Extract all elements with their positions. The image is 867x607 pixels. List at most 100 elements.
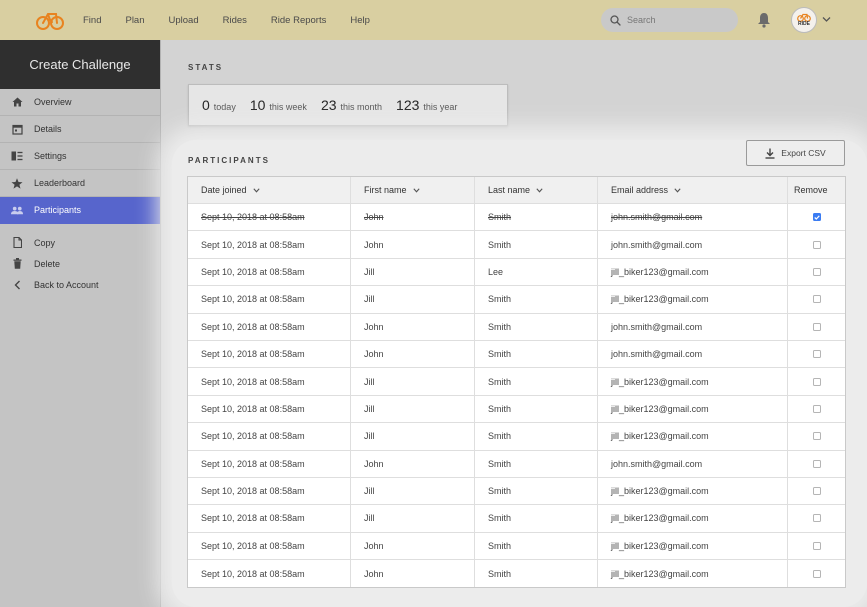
table-row: Sept 10, 2018 at 08:58am John Smith john.sm… xyxy=(188,313,845,341)
cell-first-name: Jill xyxy=(351,423,475,450)
remove-checkbox[interactable] xyxy=(812,350,821,359)
sidebar-item-settings[interactable]: Settings xyxy=(0,143,160,170)
avatar[interactable]: RIDE xyxy=(791,7,817,33)
remove-checkbox[interactable] xyxy=(812,459,821,468)
cell-date-joined-text: Sept 10, 2018 at 08:58am xyxy=(201,376,305,387)
remove-checkbox[interactable] xyxy=(812,213,821,222)
export-csv-button[interactable]: Export CSV xyxy=(746,140,845,166)
remove-checkbox[interactable] xyxy=(812,514,821,523)
nav-rides[interactable]: Rides xyxy=(223,15,247,26)
table-row: Sept 10, 2018 at 08:58am Jill Smith jill_bi… xyxy=(188,368,845,396)
column-label: Email address xyxy=(611,185,669,195)
cell-date-joined-text: Sept 10, 2018 at 08:58am xyxy=(201,486,305,497)
cell-date-joined: Sept 10, 2018 at 08:58am xyxy=(188,505,351,532)
nav-plan[interactable]: Plan xyxy=(125,15,144,26)
remove-checkbox[interactable] xyxy=(812,432,821,441)
sidebar-item-details[interactable]: Details xyxy=(0,116,160,143)
nav-find[interactable]: Find xyxy=(83,15,101,26)
cell-first-name: Jill xyxy=(351,395,475,423)
cell-last-name-text: Smith xyxy=(488,239,512,250)
sidebar-action-back[interactable]: Back to Account xyxy=(0,274,160,295)
cell-date-joined: Sept 10, 2018 at 08:58am xyxy=(188,258,351,286)
remove-checkbox[interactable] xyxy=(812,541,821,550)
sidebar-item-leaderboard[interactable]: Leaderboard xyxy=(0,170,160,197)
nav-help[interactable]: Help xyxy=(350,15,370,26)
cell-email: john.smith@gmail.com xyxy=(598,204,788,231)
cell-first-name: John xyxy=(351,532,475,560)
cell-first-name: John xyxy=(351,340,475,368)
cell-first-name-text: Jill xyxy=(364,431,375,442)
cell-date-joined: Sept 10, 2018 at 08:58am xyxy=(188,286,351,313)
column-first-name[interactable]: First name xyxy=(351,177,475,203)
column-email[interactable]: Email address xyxy=(598,177,788,203)
cell-email: jill_biker123@gmail.com xyxy=(598,560,788,588)
search-box[interactable] xyxy=(601,8,738,32)
sidebar-item-label: Details xyxy=(34,124,62,134)
participants-table: Date joined First name Last name Email a… xyxy=(187,176,846,589)
stat-year: 123 this year xyxy=(396,97,457,113)
table-header: Date joined First name Last name Email a… xyxy=(188,177,845,204)
column-date-joined[interactable]: Date joined xyxy=(188,177,351,203)
table-row: Sept 10, 2018 at 08:58am Jill Smith jill_bi… xyxy=(188,395,845,424)
cell-date-joined-text: Sept 10, 2018 at 08:58am xyxy=(201,349,305,360)
cell-remove xyxy=(788,314,845,340)
table-row: Sept 10, 2018 at 08:58am Jill Smith jill_bi… xyxy=(188,505,845,533)
cell-date-joined-text: Sept 10, 2018 at 08:58am xyxy=(201,294,305,305)
search-input[interactable] xyxy=(627,15,727,25)
remove-checkbox[interactable] xyxy=(812,377,821,386)
cell-last-name: Smith xyxy=(475,505,598,532)
cell-date-joined: Sept 10, 2018 at 08:58am xyxy=(188,204,351,231)
chevron-left-icon xyxy=(11,279,23,291)
cell-first-name-text: John xyxy=(364,212,384,223)
cell-last-name: Smith xyxy=(475,286,598,313)
sidebar-action-copy[interactable]: Copy xyxy=(0,232,160,253)
cell-first-name: Jill xyxy=(351,368,475,395)
table-row: Sept 10, 2018 at 08:58am John Smith john.sm… xyxy=(188,340,845,369)
cell-remove xyxy=(788,423,845,449)
cell-date-joined-text: Sept 10, 2018 at 08:58am xyxy=(201,212,305,223)
remove-checkbox[interactable] xyxy=(812,295,821,304)
cell-last-name: Smith xyxy=(475,340,598,368)
bicycle-logo-icon[interactable] xyxy=(36,9,64,31)
cell-first-name: Jill xyxy=(351,505,475,532)
nav-ride-reports[interactable]: Ride Reports xyxy=(271,15,326,26)
cell-date-joined: Sept 10, 2018 at 08:58am xyxy=(188,313,351,340)
sidebar-item-label: Leaderboard xyxy=(34,178,86,188)
cell-first-name-text: Jill xyxy=(364,376,375,387)
cell-email-text: jill_biker123@gmail.com xyxy=(611,568,709,579)
cell-email: john.smith@gmail.com xyxy=(598,231,788,258)
nav-upload[interactable]: Upload xyxy=(169,15,199,26)
remove-checkbox[interactable] xyxy=(812,322,821,331)
cell-date-joined: Sept 10, 2018 at 08:58am xyxy=(188,423,351,450)
cell-last-name-text: Smith xyxy=(488,513,512,524)
remove-checkbox[interactable] xyxy=(812,240,821,249)
sidebar-item-participants[interactable]: Participants xyxy=(0,197,160,224)
cell-email: jill_biker123@gmail.com xyxy=(598,477,788,505)
cell-first-name-text: Jill xyxy=(364,403,375,414)
cell-last-name: Smith xyxy=(475,204,598,231)
chevron-down-icon[interactable] xyxy=(822,16,831,23)
sidebar-item-overview[interactable]: Overview xyxy=(0,89,160,116)
stat-label: today xyxy=(213,102,236,112)
stat-number: 123 xyxy=(396,97,420,113)
cell-email-text: jill_biker123@gmail.com xyxy=(611,540,709,551)
bell-icon[interactable] xyxy=(757,12,771,28)
table-row: Sept 10, 2018 at 08:58am Jill Smith jill_bi… xyxy=(188,423,845,451)
cell-remove xyxy=(788,231,845,257)
sidebar-action-delete[interactable]: Delete xyxy=(0,253,160,274)
cell-last-name: Lee xyxy=(475,258,598,286)
cell-email: john.smith@gmail.com xyxy=(598,340,788,368)
people-icon xyxy=(11,204,23,216)
cell-email-text: jill_biker123@gmail.com xyxy=(611,294,709,305)
remove-checkbox[interactable] xyxy=(812,487,821,496)
top-bar: Find Plan Upload Rides Ride Reports Help… xyxy=(0,0,867,40)
cell-first-name: Jill xyxy=(351,286,475,313)
remove-checkbox[interactable] xyxy=(812,267,821,276)
remove-checkbox[interactable] xyxy=(812,569,821,578)
column-last-name[interactable]: Last name xyxy=(475,177,598,203)
cell-last-name: Smith xyxy=(475,532,598,560)
cell-last-name-text: Lee xyxy=(488,266,504,277)
cell-date-joined: Sept 10, 2018 at 08:58am xyxy=(188,450,351,477)
cell-first-name-text: John xyxy=(364,321,384,332)
remove-checkbox[interactable] xyxy=(812,404,821,413)
